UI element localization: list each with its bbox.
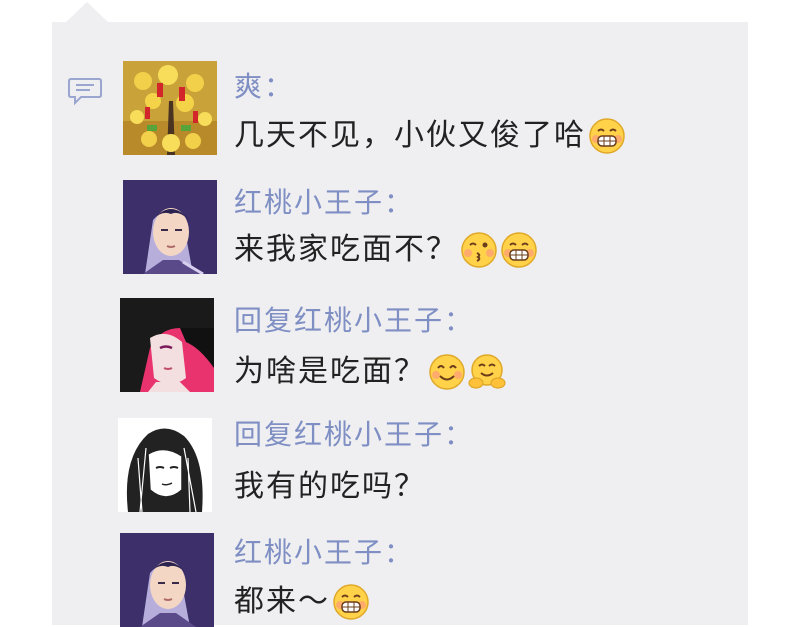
comment-text-content: 几天不见，小伙又俊了哈	[234, 118, 586, 153]
grin-emoji	[589, 118, 625, 154]
comment-icon[interactable]	[67, 76, 103, 106]
dark-hair-anime-avatar[interactable]	[120, 298, 214, 392]
purple-hair-prince-avatar[interactable]	[120, 533, 214, 627]
comment-author[interactable]: 红桃小王子：	[234, 186, 414, 220]
kissing-emoji	[461, 232, 497, 268]
purple-hair-prince-avatar[interactable]	[123, 180, 217, 274]
hug-emoji	[468, 354, 506, 389]
comment-text: 我有的吃吗？	[234, 467, 426, 507]
comment-author[interactable]: 爽：	[234, 70, 294, 104]
comment-text-content: 为啥是吃面？	[234, 354, 426, 389]
smile-emoji	[429, 354, 465, 390]
panel-pointer	[66, 2, 108, 22]
comment-author[interactable]: 回复红桃小王子：	[234, 304, 474, 338]
comment-text-content: 来我家吃面不？	[234, 232, 458, 267]
sketch-long-hair-avatar[interactable]	[118, 418, 212, 512]
comment-text: 都来～	[234, 582, 370, 622]
comment-text-content: 我有的吃吗？	[234, 469, 426, 504]
gold-coin-tree-avatar[interactable]	[123, 61, 217, 155]
comment-author[interactable]: 红桃小王子：	[234, 536, 414, 570]
grin-emoji	[501, 232, 537, 268]
grin-emoji	[333, 584, 369, 620]
comment-text: 几天不见，小伙又俊了哈	[234, 116, 626, 156]
comment-author[interactable]: 回复红桃小王子：	[234, 418, 474, 452]
comment-text: 来我家吃面不？	[234, 230, 538, 270]
comment-text: 为啥是吃面？	[234, 352, 506, 392]
comment-text-content: 都来～	[234, 584, 330, 619]
